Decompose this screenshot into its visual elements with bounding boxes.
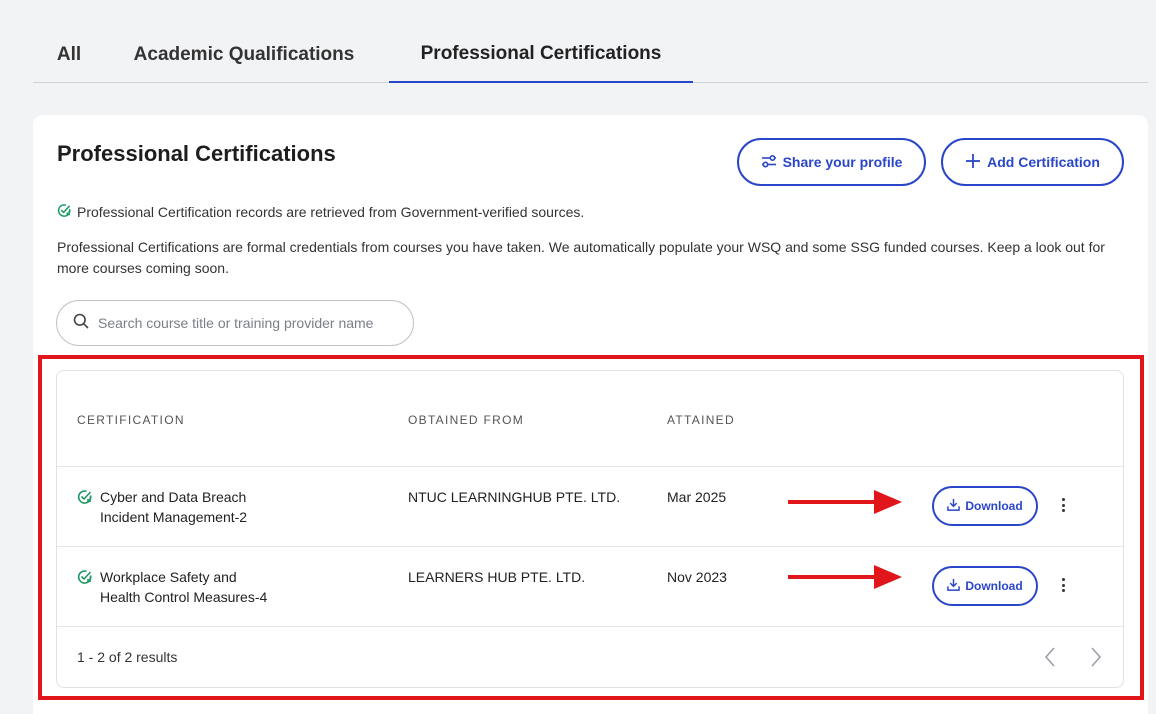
certifications-description: Professional Certifications are formal c…	[57, 239, 1105, 276]
annotation-arrow	[788, 490, 902, 514]
more-options-icon[interactable]	[1055, 495, 1071, 515]
verified-notice-text: Professional Certification records are r…	[77, 204, 585, 220]
header-certification: CERTIFICATION	[77, 413, 185, 427]
provider-cell: LEARNERS HUB PTE. LTD.	[408, 569, 586, 585]
attained-cell: Nov 2023	[667, 569, 727, 585]
share-profile-label: Share your profile	[782, 154, 903, 170]
tab-academic-qualifications[interactable]: Academic Qualifications	[119, 28, 369, 83]
certification-cell: Workplace Safety and Health Control Meas…	[77, 567, 267, 607]
tab-bar: All Academic Qualifications Professional…	[33, 28, 1148, 83]
certification-cell: Cyber and Data Breach Incident Managemen…	[77, 487, 247, 527]
header-attained: ATTAINED	[667, 413, 735, 427]
provider-cell: NTUC LEARNINGHUB PTE. LTD.	[408, 489, 621, 505]
tab-all[interactable]: All	[33, 28, 105, 83]
certification-name-line2: Health Control Measures-4	[100, 589, 268, 605]
tab-professional-certifications[interactable]: Professional Certifications	[389, 28, 693, 83]
certification-name-line1: Workplace Safety and	[100, 569, 237, 585]
chevron-right-icon[interactable]	[1089, 646, 1103, 673]
download-icon	[947, 498, 961, 514]
certifications-table: CERTIFICATION OBTAINED FROM ATTAINED Cyb…	[56, 370, 1124, 688]
row-divider	[57, 466, 1123, 467]
download-label: Download	[965, 499, 1023, 513]
verified-check-icon	[77, 487, 93, 527]
row-divider	[57, 626, 1123, 627]
annotation-arrow	[788, 565, 902, 589]
add-certification-button[interactable]: Add Certification	[941, 138, 1124, 186]
search-icon	[73, 313, 89, 334]
page-title: Professional Certifications	[57, 141, 336, 166]
results-count: 1 - 2 of 2 results	[77, 649, 178, 665]
search-box	[56, 300, 414, 346]
certification-name-line1: Cyber and Data Breach	[100, 489, 247, 505]
download-button[interactable]: Download	[932, 566, 1038, 606]
row-divider	[57, 546, 1123, 547]
download-label: Download	[965, 579, 1023, 593]
search-input[interactable]	[98, 315, 398, 331]
verified-check-icon	[77, 567, 93, 607]
verified-notice: Professional Certification records are r…	[57, 203, 584, 221]
certification-name-line2: Incident Management-2	[100, 509, 248, 525]
header-obtained-from: OBTAINED FROM	[408, 413, 525, 427]
chevron-left-icon[interactable]	[1043, 646, 1057, 673]
attained-cell: Mar 2025	[667, 489, 727, 505]
add-certification-label: Add Certification	[987, 154, 1100, 170]
share-profile-button[interactable]: Share your profile	[737, 138, 926, 186]
more-options-icon[interactable]	[1055, 575, 1071, 595]
plus-icon	[965, 153, 981, 172]
sliders-icon	[761, 153, 777, 172]
download-icon	[947, 578, 961, 594]
download-button[interactable]: Download	[932, 486, 1038, 526]
verified-check-icon	[57, 203, 72, 221]
